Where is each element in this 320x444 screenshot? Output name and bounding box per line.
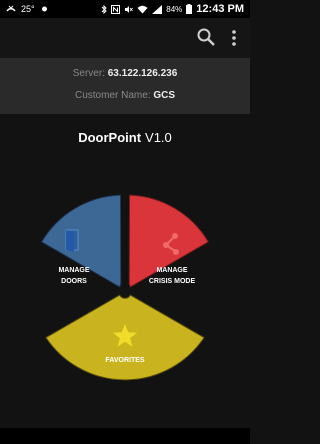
manage-doors-button[interactable]: MANAGE DOORS: [41, 194, 122, 288]
favorites-button[interactable]: FAVORITES: [45, 294, 205, 381]
favorites-label: FAVORITES: [105, 357, 144, 364]
door-icon: [65, 229, 79, 252]
nav-bar: [0, 428, 250, 444]
main-menu-wheel: MANAGE DOORS MANAGE CRISIS MODE FAVORITE…: [41, 194, 209, 381]
manage-crisis-button[interactable]: MANAGE CRISIS MODE: [128, 194, 209, 288]
manage-doors-line1: MANAGE: [58, 267, 89, 274]
manage-doors-line2: DOORS: [61, 278, 87, 285]
manage-crisis-line1: MANAGE: [156, 267, 187, 274]
manage-crisis-line2: CRISIS MODE: [149, 278, 196, 285]
